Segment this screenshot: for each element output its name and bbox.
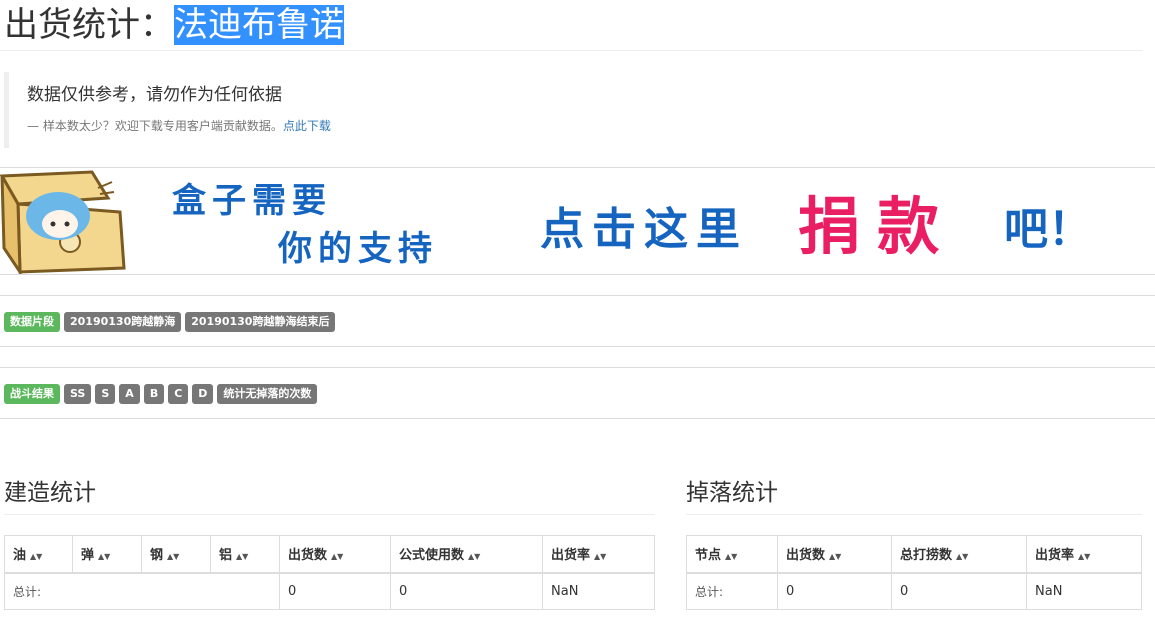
build-col-bauxite-label: 铝 [219,548,233,564]
drop-col-node[interactable]: 节点 ▲▼ [686,535,778,574]
banner-line2: 你的支持 [277,230,438,268]
donate-banner[interactable]: 盒子需要 你的支持 点击这里 捐 款 吧！ [0,168,1155,274]
notice-sub-text: — 样本数太少？欢迎下载专用客户端贡献数据。点此下载 [27,116,604,136]
drop-total-label: 总计: [686,572,778,610]
build-total-ship-count: 0 [279,572,391,610]
result-filter-row: 战斗结果 SS S A B C D 统计无掉落的次数 [4,384,318,404]
period-filter-label: 数据片段 [4,312,60,332]
build-col-rate[interactable]: 出货率 ▲▼ [542,535,655,574]
sort-icon: ▲▼ [98,552,111,562]
build-stats-divider [4,514,655,515]
page-title: 出货统计：法迪布鲁诺 [4,2,344,48]
sort-icon: ▲▼ [725,552,738,562]
result-option-d[interactable]: D [192,384,214,404]
notice-sub-prefix: — 样本数太少？欢迎下载专用客户端贡献数据。 [27,119,283,133]
period-option-20190130[interactable]: 20190130跨越静海 [64,312,182,332]
build-col-recipe-count[interactable]: 公式使用数 ▲▼ [390,535,543,574]
title-divider [0,50,1143,51]
sort-icon: ▲▼ [956,552,969,562]
build-col-ammo[interactable]: 弹 ▲▼ [72,535,142,574]
build-col-rate-label: 出货率 [551,548,591,564]
drop-total-rate: NaN [1026,572,1142,610]
result-option-b[interactable]: B [143,384,165,404]
page-title-prefix: 出货统计： [4,5,174,45]
notice-main-text: 数据仅供参考，请勿作为任何依据 [27,85,282,105]
sort-icon: ▲▼ [331,552,344,562]
drop-stats-divider [686,514,1142,515]
build-col-bauxite[interactable]: 铝 ▲▼ [210,535,280,574]
build-col-fuel-label: 油 [13,548,27,564]
sort-icon: ▲▼ [468,552,481,562]
result-filter-bar: 战斗结果 SS S A B C D 统计无掉落的次数 [0,367,1155,419]
drop-col-rate[interactable]: 出货率 ▲▼ [1026,535,1142,574]
drop-col-node-label: 节点 [695,548,722,564]
build-total-recipe-count: 0 [390,572,543,610]
drop-col-ship-count-label: 出货数 [786,548,826,564]
build-col-recipe-count-label: 公式使用数 [399,548,465,564]
build-col-steel[interactable]: 钢 ▲▼ [141,535,211,574]
banner-cta-suffix: 吧！ [1004,205,1092,254]
drop-col-rate-label: 出货率 [1035,548,1075,564]
banner-line1: 盒子需要 [172,181,332,220]
sort-icon: ▲▼ [30,552,43,562]
build-col-steel-label: 钢 [150,548,164,564]
notice-blockquote: 数据仅供参考，请勿作为任何依据 — 样本数太少？欢迎下载专用客户端贡献数据。点此… [4,72,604,148]
donate-banner-frame: 盒子需要 你的支持 点击这里 捐 款 吧！ [0,167,1155,275]
ship-name-selected[interactable]: 法迪布鲁诺 [174,5,344,45]
result-filter-label: 战斗结果 [4,384,60,404]
drop-table-header-row: 节点 ▲▼ 出货数 ▲▼ 总打捞数 ▲▼ 出货率 ▲▼ [686,535,1142,574]
banner-cta-prefix: 点击这里 [540,205,748,254]
result-option-no-drop[interactable]: 统计无掉落的次数 [217,384,318,404]
result-option-ss[interactable]: SS [64,384,92,404]
sort-icon: ▲▼ [167,552,180,562]
drop-col-total-salvage[interactable]: 总打捞数 ▲▼ [891,535,1027,574]
drop-total-salvage: 0 [891,572,1027,610]
period-filter-bar: 数据片段 20190130跨越静海 20190130跨越静海结束后 [0,295,1155,347]
build-col-fuel[interactable]: 油 ▲▼ [4,535,73,574]
sort-icon: ▲▼ [594,552,607,562]
sort-icon: ▲▼ [236,552,249,562]
build-col-ammo-label: 弹 [81,548,95,564]
drop-stats-table: 节点 ▲▼ 出货数 ▲▼ 总打捞数 ▲▼ 出货率 ▲▼ 总计: 0 0 NaN [686,535,1142,610]
result-option-c[interactable]: C [168,384,189,404]
build-col-ship-count[interactable]: 出货数 ▲▼ [279,535,391,574]
build-total-rate: NaN [542,572,655,610]
build-col-ship-count-label: 出货数 [288,548,328,564]
sort-icon: ▲▼ [829,552,842,562]
drop-total-ship-count: 0 [777,572,892,610]
banner-cta-emph: 捐 款 [798,193,939,262]
build-total-label: 总计: [4,572,280,610]
drop-stats-title: 掉落统计 [686,480,778,506]
build-table-total-row: 总计: 0 0 NaN [4,572,655,610]
drop-col-total-salvage-label: 总打捞数 [900,548,953,564]
build-stats-table: 油 ▲▼ 弹 ▲▼ 钢 ▲▼ 铝 ▲▼ 出货数 ▲▼ 公式使用数 ▲▼ 出货率 ▲▼ 总计: … [4,535,655,610]
download-client-link[interactable]: 点此下载 [283,119,331,133]
build-table-header-row: 油 ▲▼ 弹 ▲▼ 钢 ▲▼ 铝 ▲▼ 出货数 ▲▼ 公式使用数 ▲▼ 出货率 ▲▼ [4,535,655,574]
period-option-20190130-after[interactable]: 20190130跨越静海结束后 [185,312,336,332]
result-option-s[interactable]: S [95,384,116,404]
drop-table-total-row: 总计: 0 0 NaN [686,572,1142,610]
result-option-a[interactable]: A [119,384,140,404]
build-stats-title: 建造统计 [4,480,96,506]
period-filter-row: 数据片段 20190130跨越静海 20190130跨越静海结束后 [4,312,336,332]
treasure-chest-icon [0,170,126,274]
drop-col-ship-count[interactable]: 出货数 ▲▼ [777,535,892,574]
sort-icon: ▲▼ [1078,552,1091,562]
